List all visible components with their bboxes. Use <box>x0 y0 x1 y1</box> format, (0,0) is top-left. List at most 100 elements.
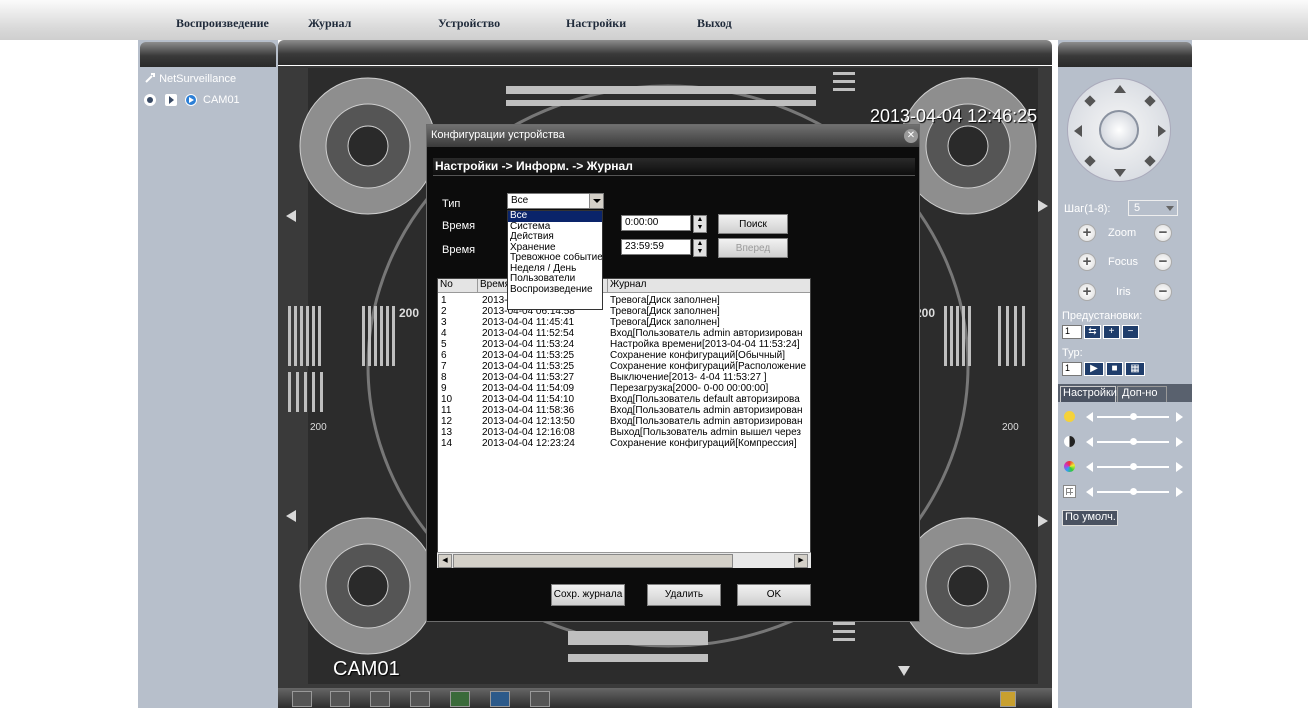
goto-preset-icon[interactable]: ⇆ <box>1084 325 1101 339</box>
slider-knob[interactable] <box>1130 438 1137 445</box>
increase-icon[interactable] <box>1176 462 1183 472</box>
volume-mute-icon[interactable] <box>1000 691 1016 707</box>
table-row[interactable]: 5 2013-04-04 11:53:24 Настройка времени[20… <box>438 339 810 350</box>
add-preset-icon[interactable]: + <box>1103 325 1120 339</box>
increase-icon[interactable] <box>1176 487 1183 497</box>
column-header-log[interactable]: Журнал <box>608 279 810 293</box>
slider-knob[interactable] <box>1130 413 1137 420</box>
dropdown-option[interactable]: Действия <box>508 232 602 243</box>
menu-settings[interactable]: Настройки <box>566 16 626 31</box>
fullscreen-icon[interactable] <box>292 691 312 707</box>
tree-camera-row[interactable]: CAM01 <box>144 94 274 108</box>
decrease-icon[interactable] <box>1086 462 1093 472</box>
tour-stop-icon[interactable]: ■ <box>1106 362 1123 376</box>
contrast-slider[interactable] <box>1064 435 1188 449</box>
table-row[interactable]: 12013-04-04 06:14:58Тревога[Диск заполне… <box>438 295 810 306</box>
save-log-button[interactable]: Сохр. журнала <box>551 584 625 606</box>
slider-knob[interactable] <box>1130 488 1137 495</box>
focus-out-button[interactable]: − <box>1154 253 1172 271</box>
arrow-down-icon[interactable] <box>1114 169 1126 177</box>
table-row[interactable]: 4 2013-04-04 11:52:54 Вход[Пользователь ad… <box>438 328 810 339</box>
preset-input[interactable]: 1 <box>1062 325 1082 339</box>
table-row[interactable]: 14 2013-04-04 12:23:24 Сохранение конфигур… <box>438 438 810 449</box>
scroll-left-icon[interactable]: ◀ <box>438 554 452 568</box>
play-icon[interactable] <box>165 94 177 106</box>
remove-preset-icon[interactable]: − <box>1122 325 1139 339</box>
forward-button[interactable]: Вперед <box>718 238 788 258</box>
close-icon[interactable]: ✕ <box>904 129 918 143</box>
column-header-no[interactable]: No <box>438 279 478 293</box>
increase-icon[interactable] <box>1176 412 1183 422</box>
menu-playback[interactable]: Воспроизведение <box>176 16 269 31</box>
record-stop-icon[interactable] <box>410 691 430 707</box>
dropdown-option[interactable]: Тревожное событие <box>508 253 602 264</box>
dropdown-option[interactable]: Пользователи <box>508 274 602 285</box>
log-horizontal-scrollbar[interactable]: ◀ ▶ <box>437 552 811 568</box>
table-row[interactable]: 3 2013-04-04 11:45:41 Тревога[Диск заполне… <box>438 317 810 328</box>
default-button[interactable]: По умолч. <box>1062 510 1118 526</box>
step-select[interactable]: 5 <box>1128 200 1178 216</box>
table-row[interactable]: 2 2013-04-04 06:14:58 Тревога[Диск заполне… <box>438 306 810 317</box>
type-select[interactable]: Все <box>507 193 604 209</box>
ok-button[interactable]: OK <box>737 584 811 606</box>
tab-settings[interactable]: Настройки <box>1060 386 1117 402</box>
zoom-out-button[interactable]: − <box>1154 224 1172 242</box>
tour-input[interactable]: 1 <box>1062 362 1082 376</box>
end-time-spinner[interactable]: ▲ ▼ <box>693 239 707 257</box>
start-time-spinner[interactable]: ▲ ▼ <box>693 215 707 233</box>
table-row[interactable]: 13 2013-04-04 12:16:08 Выход[Пользователь … <box>438 427 810 438</box>
arrow-up-left-icon[interactable] <box>1084 95 1096 107</box>
saturation-slider[interactable] <box>1064 460 1188 474</box>
audio-icon[interactable] <box>530 691 550 707</box>
menu-log[interactable]: Журнал <box>308 16 351 31</box>
menu-device[interactable]: Устройство <box>438 16 500 31</box>
color-adjust-icon[interactable] <box>450 691 470 707</box>
dropdown-option[interactable]: Система <box>508 222 602 233</box>
table-row[interactable]: 7 2013-04-04 11:53:25 Сохранение конфигура… <box>438 361 810 372</box>
intercom-icon[interactable] <box>490 691 510 707</box>
brightness-slider[interactable] <box>1064 410 1188 424</box>
table-row[interactable]: 8 2013-04-04 11:53:27 Выключение[2013- 4-0… <box>438 372 810 383</box>
arrow-down-left-icon[interactable] <box>1084 155 1096 167</box>
log-table[interactable]: No Время Журнал 12013-04-04 06:14:58Трев… <box>437 278 811 568</box>
table-row[interactable]: 11 2013-04-04 11:58:36 Вход[Пользователь a… <box>438 405 810 416</box>
arrow-down-right-icon[interactable] <box>1144 155 1156 167</box>
ptz-center-button[interactable] <box>1099 110 1139 150</box>
scroll-thumb[interactable] <box>453 554 733 568</box>
table-row[interactable]: 9 2013-04-04 11:54:09 Перезагрузка[2000- 0… <box>438 383 810 394</box>
scroll-right-icon[interactable]: ▶ <box>794 554 808 568</box>
table-row[interactable]: 6 2013-04-04 11:53:25 Сохранение конфигура… <box>438 350 810 361</box>
dropdown-option[interactable]: Неделя / День <box>508 264 602 275</box>
increase-icon[interactable] <box>1176 437 1183 447</box>
search-button[interactable]: Поиск <box>718 214 788 234</box>
arrow-right-icon[interactable] <box>1158 125 1166 137</box>
end-time-input[interactable]: 23:59:59 <box>621 239 691 255</box>
ptz-direction-pad[interactable] <box>1067 78 1171 182</box>
decrease-icon[interactable] <box>1086 437 1093 447</box>
iris-close-button[interactable]: − <box>1154 283 1172 301</box>
tree-root[interactable]: NetSurveillance <box>144 72 236 85</box>
start-time-input[interactable]: 0:00:00 <box>621 215 691 231</box>
dropdown-option[interactable]: Все <box>508 211 602 222</box>
tab-extra[interactable]: Доп-но <box>1117 386 1167 402</box>
record-icon[interactable] <box>144 94 156 106</box>
single-view-icon[interactable] <box>330 691 350 707</box>
tour-play-icon[interactable]: ▶ <box>1084 362 1104 376</box>
hue-slider[interactable] <box>1063 485 1188 499</box>
chevron-down-icon[interactable] <box>1166 206 1174 211</box>
menu-exit[interactable]: Выход <box>697 16 732 31</box>
zoom-in-button[interactable]: + <box>1078 224 1096 242</box>
decrease-icon[interactable] <box>1086 412 1093 422</box>
table-row[interactable]: 10 2013-04-04 11:54:10 Вход[Пользователь d… <box>438 394 810 405</box>
table-row[interactable]: 12 2013-04-04 12:13:50 Вход[Пользователь a… <box>438 416 810 427</box>
slider-knob[interactable] <box>1130 463 1137 470</box>
dropdown-option[interactable]: Воспроизведение <box>508 285 602 296</box>
arrow-left-icon[interactable] <box>1074 125 1082 137</box>
snapshot-icon[interactable] <box>370 691 390 707</box>
dropdown-option[interactable]: Хранение <box>508 243 602 254</box>
arrow-up-right-icon[interactable] <box>1144 95 1156 107</box>
chevron-down-icon[interactable] <box>589 194 603 208</box>
decrease-icon[interactable] <box>1086 487 1093 497</box>
focus-in-button[interactable]: + <box>1078 253 1096 271</box>
iris-open-button[interactable]: + <box>1078 283 1096 301</box>
